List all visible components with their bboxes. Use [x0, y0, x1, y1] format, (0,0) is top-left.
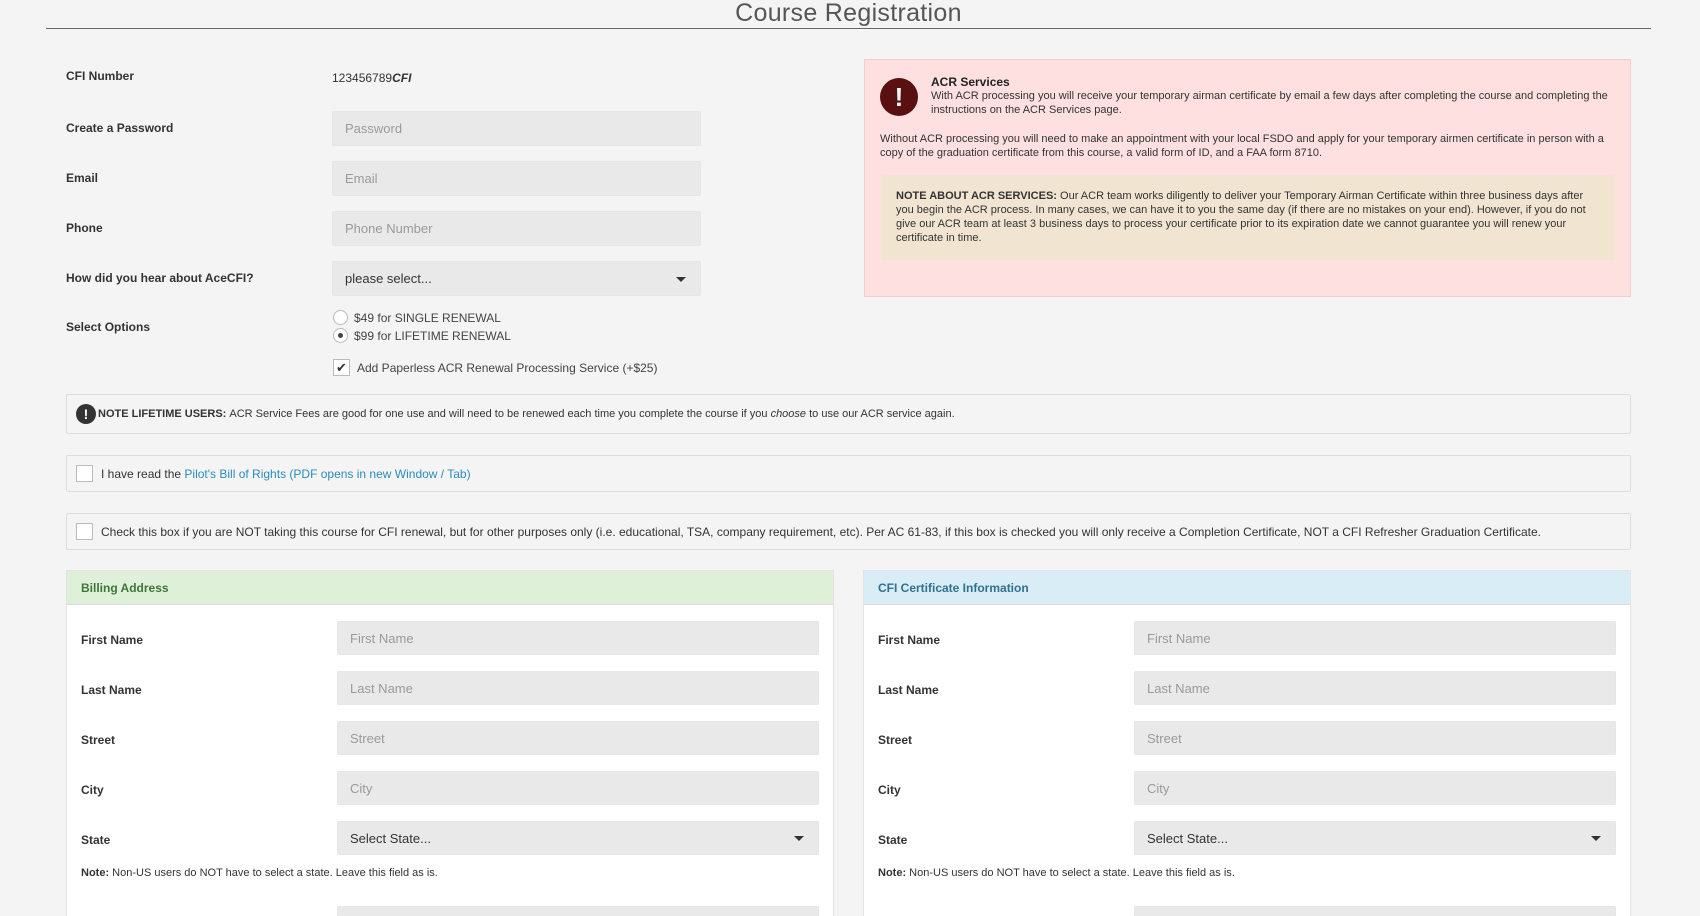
billing-state-select[interactable]: Select State... — [337, 821, 819, 855]
radio-single[interactable] — [333, 310, 348, 325]
billing-state-note: Note: Non-US users do NOT have to select… — [81, 867, 438, 879]
cfi-number-digits: 123456789 — [332, 71, 393, 85]
billing-next-input[interactable] — [337, 906, 819, 916]
cert-note-label: Note: — [878, 867, 907, 879]
acr-services-alert: ! ACR Services With ACR processing you w… — [864, 59, 1631, 297]
cert-next-input[interactable] — [1134, 906, 1616, 916]
cert-city-placeholder: City — [1147, 780, 1170, 796]
email-input[interactable]: Email — [332, 161, 701, 196]
password-label: Create a Password — [66, 121, 174, 135]
billing-city-label: City — [81, 783, 104, 797]
bill-of-rights-row: I have read the Pilot's Bill of Rights (… — [66, 455, 1631, 492]
not-renewal-text: Check this box if you are NOT taking thi… — [101, 524, 1541, 539]
billing-panel: Billing Address First Name First Name La… — [66, 570, 834, 916]
billing-street-placeholder: Street — [350, 730, 385, 746]
phone-placeholder: Phone Number — [345, 221, 433, 236]
cert-street-placeholder: Street — [1147, 730, 1182, 746]
lifetime-notice-text1: ACR Service Fees are good for one use an… — [229, 408, 768, 420]
billing-last-name-label: Last Name — [81, 683, 142, 697]
cert-city-label: City — [878, 783, 901, 797]
bill-of-rights-checkbox[interactable] — [76, 465, 93, 482]
phone-label: Phone — [66, 221, 103, 235]
bill-of-rights-prefix: I have read the — [101, 466, 182, 481]
cert-street-input[interactable]: Street — [1134, 721, 1616, 755]
cert-last-name-input[interactable]: Last Name — [1134, 671, 1616, 705]
bill-of-rights-link[interactable]: Pilot's Bill of Rights (PDF opens in new… — [184, 467, 470, 481]
lifetime-notice-label: NOTE LIFETIME USERS: — [98, 408, 227, 420]
certificate-panel-title: CFI Certificate Information — [864, 571, 1630, 605]
lifetime-notice: ! NOTE LIFETIME USERS: ACR Service Fees … — [66, 394, 1631, 434]
option-lifetime[interactable]: $99 for LIFETIME RENEWAL — [333, 328, 511, 343]
chevron-down-icon — [794, 836, 804, 841]
cert-street-label: Street — [878, 733, 913, 747]
cert-state-label: State — [878, 833, 908, 847]
radio-lifetime[interactable] — [333, 328, 348, 343]
certificate-panel: CFI Certificate Information First Name F… — [863, 570, 1631, 916]
acr-addon-checkbox[interactable]: ✔ — [333, 359, 350, 376]
cert-last-name-label: Last Name — [878, 683, 939, 697]
billing-note-label: Note: — [81, 867, 110, 879]
lifetime-notice-text2: to use our ACR service again. — [809, 408, 955, 420]
billing-last-name-input[interactable]: Last Name — [337, 671, 819, 705]
option-single-label: $49 for SINGLE RENEWAL — [354, 310, 501, 325]
page-title: Course Registration — [46, 0, 1651, 29]
password-placeholder: Password — [345, 121, 403, 136]
cert-first-name-label: First Name — [878, 633, 941, 647]
email-placeholder: Email — [345, 171, 378, 186]
cfi-number-value: 123456789CFI — [332, 71, 411, 85]
acr-addon-label: Add Paperless ACR Renewal Processing Ser… — [357, 360, 658, 375]
billing-panel-title: Billing Address — [67, 571, 833, 605]
cert-state-select[interactable]: Select State... — [1134, 821, 1616, 855]
referral-label: How did you hear about AceCFI? — [66, 271, 254, 285]
exclamation-icon: ! — [76, 404, 96, 424]
billing-state-label: State — [81, 833, 111, 847]
option-lifetime-label: $99 for LIFETIME RENEWAL — [354, 328, 511, 343]
cert-note-text: Non-US users do NOT have to select a sta… — [909, 867, 1235, 879]
cert-state-note: Note: Non-US users do NOT have to select… — [878, 867, 1235, 879]
cfi-number-label: CFI Number — [66, 69, 135, 83]
billing-first-name-placeholder: First Name — [350, 630, 414, 646]
acr-title: ACR Services — [931, 75, 1010, 89]
lifetime-notice-emph: choose — [770, 408, 807, 420]
billing-first-name-label: First Name — [81, 633, 144, 647]
billing-city-input[interactable]: City — [337, 771, 819, 805]
acr-note: NOTE ABOUT ACR SERVICES: Our ACR team wo… — [881, 175, 1615, 260]
chevron-down-icon — [1591, 836, 1601, 841]
acr-note-label: NOTE ABOUT ACR SERVICES: — [896, 190, 1057, 202]
acr-text-without: Without ACR processing you will need to … — [880, 133, 1604, 159]
cert-state-selected: Select State... — [1147, 830, 1228, 846]
billing-last-name-placeholder: Last Name — [350, 680, 413, 696]
cert-city-input[interactable]: City — [1134, 771, 1616, 805]
referral-select[interactable]: please select... — [332, 261, 701, 296]
option-single[interactable]: $49 for SINGLE RENEWAL — [333, 310, 501, 325]
acr-text-with: With ACR processing you will receive you… — [931, 90, 1608, 116]
billing-street-input[interactable]: Street — [337, 721, 819, 755]
billing-state-selected: Select State... — [350, 830, 431, 846]
acr-addon[interactable]: ✔ Add Paperless ACR Renewal Processing Se… — [333, 359, 657, 376]
billing-note-text: Non-US users do NOT have to select a sta… — [112, 867, 438, 879]
cfi-number-suffix: CFI — [392, 71, 412, 85]
not-renewal-row: Check this box if you are NOT taking thi… — [66, 513, 1631, 550]
cert-last-name-placeholder: Last Name — [1147, 680, 1210, 696]
chevron-down-icon — [676, 276, 686, 282]
billing-first-name-input[interactable]: First Name — [337, 621, 819, 655]
referral-selected: please select... — [345, 271, 432, 286]
billing-city-placeholder: City — [350, 780, 373, 796]
cert-first-name-input[interactable]: First Name — [1134, 621, 1616, 655]
cert-first-name-placeholder: First Name — [1147, 630, 1211, 646]
not-renewal-checkbox[interactable] — [76, 523, 93, 540]
billing-street-label: Street — [81, 733, 116, 747]
options-label: Select Options — [66, 320, 151, 334]
exclamation-icon: ! — [880, 78, 918, 116]
email-label: Email — [66, 171, 99, 185]
password-input[interactable]: Password — [332, 111, 701, 146]
phone-input[interactable]: Phone Number — [332, 211, 701, 246]
